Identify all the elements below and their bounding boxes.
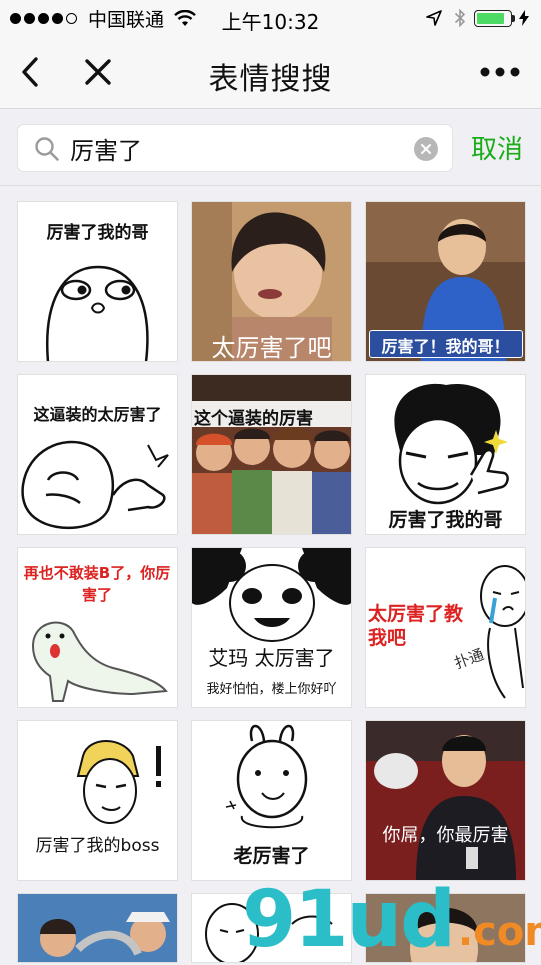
result-item[interactable]: 厉害了！我的哥！: [365, 201, 526, 362]
result-caption: 厉害了我的boss: [35, 836, 160, 856]
status-right: [426, 6, 529, 30]
result-caption: 厉害了我的哥: [46, 223, 149, 243]
charging-icon: [519, 10, 529, 26]
meme-illustration: [21, 440, 169, 530]
result-item[interactable]: 这个逼装的厉害: [191, 374, 352, 535]
result-item[interactable]: 太厉害了教我吧 扑通: [365, 547, 526, 708]
result-caption: 艾玛 太厉害了: [208, 646, 335, 670]
search-box[interactable]: [17, 124, 453, 172]
nav-bar: 表情搜搜: [0, 36, 541, 109]
result-subcaption: 我好怕怕，楼上你好吖: [206, 682, 337, 697]
meme-illustration: [31, 621, 168, 702]
result-caption: 老厉害了: [233, 845, 310, 867]
result-caption: 你屌，你最厉害: [382, 825, 509, 846]
result-caption: 再也不敢装B了，你厉害了: [23, 564, 171, 604]
meme-illustration: [225, 724, 308, 829]
clear-icon[interactable]: [414, 137, 438, 161]
search-icon: [35, 137, 59, 161]
meme-photo: [18, 894, 177, 962]
location-icon: [426, 10, 442, 26]
battery-icon: [474, 9, 512, 27]
result-item[interactable]: 艾玛 太厉害了 我好怕怕，楼上你好吖: [191, 547, 352, 708]
meme-photo: [192, 375, 351, 534]
meme-illustration: [192, 548, 351, 642]
result-item[interactable]: [17, 893, 178, 963]
search-bar: 取消: [0, 109, 541, 186]
more-icon: [480, 67, 520, 77]
result-item[interactable]: 你屌，你最厉害: [365, 720, 526, 881]
meme-illustration: [46, 265, 149, 361]
status-bar: 中国联通 上午10:32: [0, 0, 541, 36]
result-item[interactable]: 老厉害了: [191, 720, 352, 881]
result-item[interactable]: 厉害了我的哥: [365, 374, 526, 535]
more-button[interactable]: [477, 50, 523, 94]
meme-illustration: [76, 740, 161, 824]
watermark-suffix: .com: [457, 909, 541, 955]
meme-photo: [366, 721, 525, 880]
result-item[interactable]: 厉害了我的哥: [17, 201, 178, 362]
result-caption: 这逼装的太厉害了: [33, 405, 162, 424]
watermark-main: 91ud: [242, 875, 456, 965]
result-caption: 厉害了我的哥: [388, 509, 503, 531]
result-caption: 厉害了！我的哥！: [381, 337, 510, 356]
battery-cap: [512, 14, 515, 22]
search-input[interactable]: [70, 133, 400, 163]
watermark-logo: 91ud .com: [242, 880, 541, 960]
result-item[interactable]: 太厉害了吧: [191, 201, 352, 362]
result-caption: 太厉害了吧: [211, 334, 332, 362]
meme-illustration: [394, 383, 509, 505]
result-item[interactable]: 厉害了我的boss: [17, 720, 178, 881]
result-caption: 太厉害了教我吧: [368, 603, 464, 649]
result-caption: 这个逼装的厉害: [194, 409, 313, 429]
result-item[interactable]: 再也不敢装B了，你厉害了: [17, 547, 178, 708]
bluetooth-icon: [454, 8, 466, 28]
result-item[interactable]: 这逼装的太厉害了: [17, 374, 178, 535]
page-title: 表情搜搜: [208, 62, 333, 97]
meme-illustration: [480, 565, 525, 699]
cancel-button[interactable]: 取消: [471, 129, 523, 166]
